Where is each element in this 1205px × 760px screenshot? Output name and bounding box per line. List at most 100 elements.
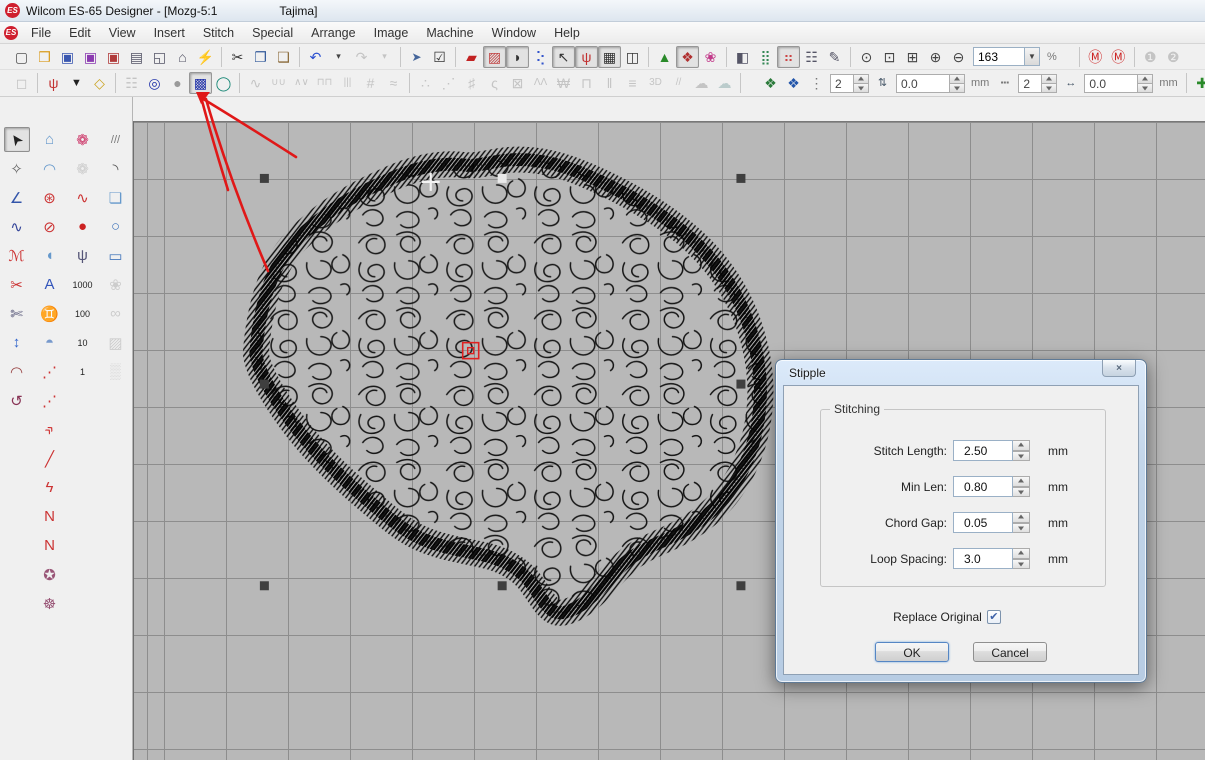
stitch-effects-icon[interactable]: ℳ bbox=[4, 243, 30, 268]
show-hoop-icon[interactable]: ◫ bbox=[621, 46, 644, 68]
lattice-fill-icon[interactable]: ⊠ bbox=[506, 72, 529, 94]
selection-handle[interactable] bbox=[736, 174, 745, 183]
korean-fill-icon[interactable]: ₩ bbox=[552, 72, 575, 94]
menu-item-view[interactable]: View bbox=[100, 24, 145, 42]
zigzag-lightning-icon[interactable]: ϟ bbox=[37, 475, 63, 500]
mirror-merge-v-icon[interactable]: ❖ bbox=[782, 72, 805, 94]
copy-icon[interactable]: ❐ bbox=[249, 46, 272, 68]
curve-fill-icon[interactable]: ς bbox=[483, 72, 506, 94]
zoom-dropdown-icon[interactable]: ▼ bbox=[1025, 47, 1040, 66]
show-penetrations-icon[interactable]: ψ bbox=[575, 46, 598, 68]
sequence-1-icon[interactable]: ❶ bbox=[1139, 46, 1162, 68]
grid-fill-icon[interactable]: # bbox=[359, 72, 382, 94]
selection-handle[interactable] bbox=[260, 581, 269, 590]
menu-item-help[interactable]: Help bbox=[545, 24, 589, 42]
complex-shape-icon[interactable]: ❏ bbox=[103, 185, 129, 210]
open-folder-icon[interactable]: ❒ bbox=[33, 46, 56, 68]
zoom-1-1-icon[interactable]: ⊙ bbox=[855, 46, 878, 68]
stitch-length-down-icon[interactable] bbox=[1013, 451, 1030, 462]
redo-icon[interactable]: ↷ bbox=[350, 46, 373, 68]
wheel-stitch-icon[interactable]: ☸ bbox=[37, 591, 63, 616]
dialog-close-icon[interactable]: × bbox=[1102, 360, 1136, 377]
save-to-machine-1-icon[interactable]: ▣ bbox=[79, 46, 102, 68]
show-connectors-icon[interactable]: ↖ bbox=[552, 46, 575, 68]
min-len-up-icon[interactable] bbox=[1013, 476, 1030, 487]
red-column-icon[interactable]: ● bbox=[70, 214, 96, 239]
show-outlines-icon[interactable]: ◗ bbox=[506, 46, 529, 68]
col-spacing-down-icon[interactable] bbox=[1138, 83, 1153, 93]
column-fill-icon[interactable]: ‖ bbox=[598, 72, 621, 94]
selection-handle[interactable] bbox=[736, 581, 745, 590]
reshape-object-icon[interactable]: ⌂ bbox=[37, 127, 63, 152]
show-needle-points-icon[interactable]: ⢕ bbox=[529, 46, 552, 68]
menu-item-insert[interactable]: Insert bbox=[145, 24, 194, 42]
undo-dropdown-icon[interactable]: ▾ bbox=[327, 46, 350, 68]
paste-icon[interactable]: ❑ bbox=[272, 46, 295, 68]
scissors-needle-icon[interactable]: ✄ bbox=[4, 301, 30, 326]
polygon-select-icon[interactable]: ✧ bbox=[4, 156, 30, 181]
rows-up-icon[interactable] bbox=[854, 74, 869, 83]
fur-effect-icon[interactable]: // bbox=[667, 72, 690, 94]
vertex-select-icon[interactable]: ∠ bbox=[4, 185, 30, 210]
loop-spacing-input[interactable]: 3.0 bbox=[953, 548, 1013, 569]
machine-connect-icon[interactable]: ⚡ bbox=[194, 46, 217, 68]
cols-up-icon[interactable] bbox=[1042, 74, 1057, 83]
cols-down-icon[interactable] bbox=[1042, 83, 1057, 93]
menu-item-window[interactable]: Window bbox=[483, 24, 545, 42]
penetration-tool-icon[interactable]: ψ bbox=[70, 243, 96, 268]
grip-dots-icon[interactable]: ⋮ bbox=[805, 72, 828, 94]
satin-stitch-icon[interactable]: ∿ bbox=[244, 72, 267, 94]
circle-needle-icon[interactable]: ⊛ bbox=[37, 185, 63, 210]
send-to-machine-icon[interactable]: Ⓜ bbox=[1107, 46, 1130, 68]
fence-fill-icon[interactable]: ♯ bbox=[460, 72, 483, 94]
travel-start-icon[interactable]: ✚ bbox=[1191, 72, 1205, 94]
sewing-machine-icon[interactable]: ⌂ bbox=[171, 46, 194, 68]
menu-item-image[interactable]: Image bbox=[365, 24, 418, 42]
e-stitch-icon[interactable]: ∪∪ bbox=[267, 72, 290, 94]
replace-original-checkbox[interactable]: ✔ bbox=[987, 610, 1001, 624]
zigzag-column-icon[interactable]: ∿ bbox=[70, 185, 96, 210]
peak-fill-icon[interactable]: ΛΛ bbox=[529, 72, 552, 94]
trace-outline-icon[interactable]: ◯ bbox=[212, 72, 235, 94]
menu-item-stitch[interactable]: Stitch bbox=[194, 24, 243, 42]
stitch-cursor-icon[interactable]: ➤ bbox=[405, 46, 428, 68]
needle-down-icon[interactable]: ▼ bbox=[65, 72, 88, 94]
zoom-100-icon[interactable]: 100 bbox=[70, 301, 96, 326]
color-film-icon[interactable]: ⠶ bbox=[777, 46, 800, 68]
3d-effect-icon[interactable]: 3D bbox=[644, 72, 667, 94]
array-cols-value[interactable]: 2 bbox=[1018, 74, 1042, 93]
hoop-template-icon[interactable]: ◻ bbox=[10, 72, 33, 94]
star-circle-icon[interactable]: ✪ bbox=[37, 562, 63, 587]
min-len-input[interactable]: 0.80 bbox=[953, 476, 1013, 497]
row-spacing-down-icon[interactable] bbox=[950, 83, 965, 93]
true-view-flower-icon[interactable]: ❁ bbox=[70, 127, 96, 152]
save-icon[interactable]: ▣ bbox=[56, 46, 79, 68]
zigzag-stitch-icon[interactable]: ∧∨ bbox=[290, 72, 313, 94]
selection-handle[interactable] bbox=[498, 581, 507, 590]
options-check-icon[interactable]: ☑ bbox=[428, 46, 451, 68]
rows-down-icon[interactable] bbox=[854, 83, 869, 93]
selection-handle[interactable] bbox=[498, 174, 507, 183]
cancel-button[interactable]: Cancel bbox=[973, 642, 1047, 662]
output-design-icon[interactable]: Ⓜ bbox=[1084, 46, 1107, 68]
parallel-hatch-icon[interactable]: /// bbox=[103, 127, 129, 152]
outline-design-icon[interactable]: ◎ bbox=[143, 72, 166, 94]
overview-window-icon[interactable]: ◧ bbox=[731, 46, 754, 68]
bridge-fill-icon[interactable]: ⊓ bbox=[575, 72, 598, 94]
col-spacing-value[interactable]: 0.0 bbox=[1084, 74, 1138, 93]
artistic-view-icon[interactable]: ❖ bbox=[676, 46, 699, 68]
stipple-icon[interactable]: ▩ bbox=[189, 72, 212, 94]
single-run-icon[interactable]: ╱ bbox=[37, 446, 63, 471]
lettering-icon[interactable]: A bbox=[37, 272, 63, 297]
dome-shape-icon[interactable]: ◠ bbox=[37, 156, 63, 181]
image-disabled-icon[interactable]: ▨ bbox=[103, 330, 129, 355]
flower-disabled-icon[interactable]: ❁ bbox=[70, 156, 96, 181]
circle-tool-icon[interactable]: ● bbox=[166, 72, 189, 94]
select-tool-icon[interactable]: ➤ bbox=[4, 127, 30, 152]
true-view-icon[interactable]: ❀ bbox=[699, 46, 722, 68]
loop-spacing-down-icon[interactable] bbox=[1013, 559, 1030, 570]
stipple-run-icon[interactable]: ∴ bbox=[414, 72, 437, 94]
zoom-100-icon[interactable]: ⊡ bbox=[878, 46, 901, 68]
hatch-fill-icon[interactable]: ⋰ bbox=[437, 72, 460, 94]
mirror-merge-h-icon[interactable]: ❖ bbox=[759, 72, 782, 94]
